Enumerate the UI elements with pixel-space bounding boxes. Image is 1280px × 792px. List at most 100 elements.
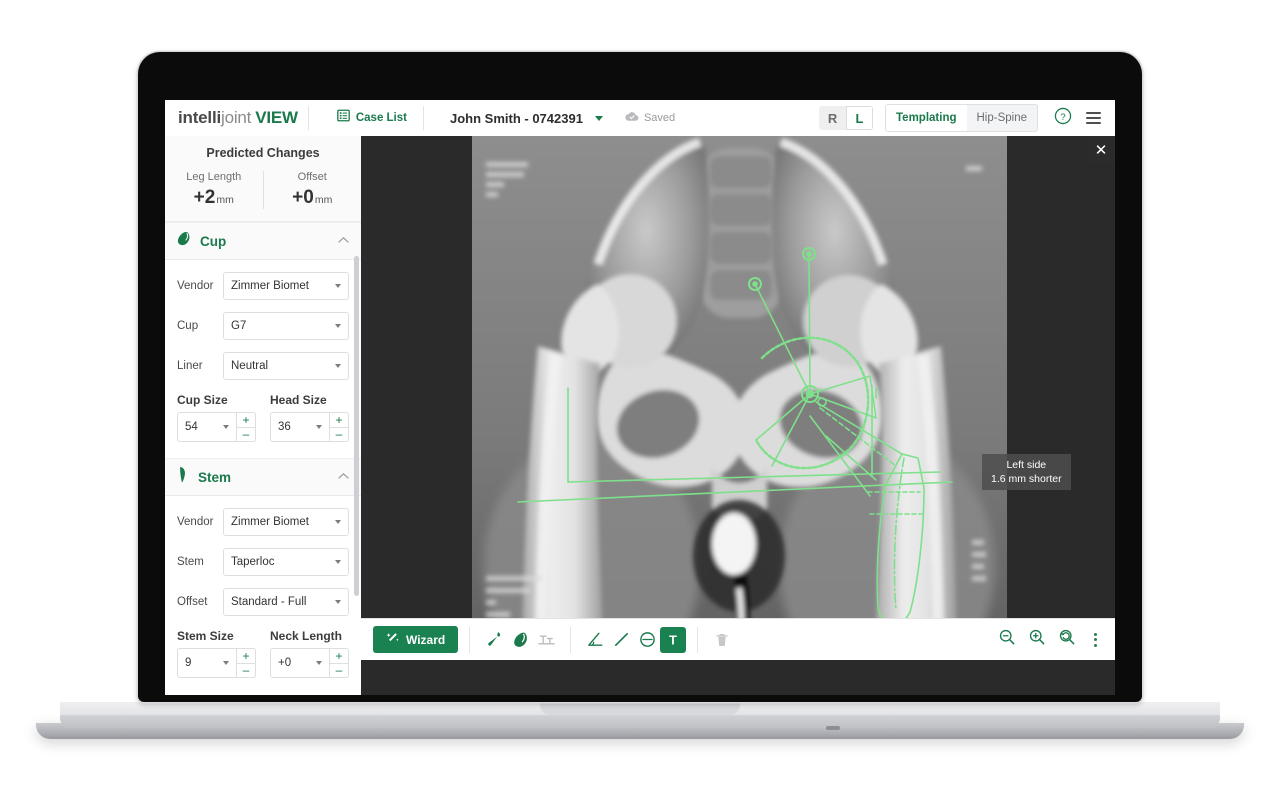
side-toggle-right[interactable]: R [819,106,846,130]
field-stem-vendor: Vendor Zimmer Biomet [165,508,361,536]
chevron-down-icon [223,661,229,665]
stem-size-row: Stem Size 9 + – Neck Length +0 + – [165,629,361,678]
field-label-cup-vendor: Vendor [177,280,214,292]
close-icon[interactable]: ✕ [1087,136,1115,164]
measurement-tooltip-line1: Left side [1006,459,1047,471]
select-cup-liner[interactable]: Neutral [223,352,349,380]
neck-length-increment-button[interactable]: + [330,648,349,664]
wizard-label: Wizard [406,632,446,647]
stem-size-increment-button[interactable]: + [237,648,256,664]
angle-tool-icon[interactable] [582,627,608,653]
chevron-down-icon [335,324,341,328]
spinner-head-size: + – [330,412,349,442]
metric-leg-length-label: Leg Length [186,171,242,183]
spinner-cup-size: + – [237,412,256,442]
cloud-saved-icon [625,109,639,127]
field-stem-offset: Offset Standard - Full [165,588,361,616]
wizard-button[interactable]: Wizard [373,626,459,653]
select-cup-vendor[interactable]: Zimmer Biomet [223,272,349,300]
chevron-down-icon [335,560,341,564]
neck-length-decrement-button[interactable]: – [330,663,349,678]
delete-tool-icon[interactable] [709,627,735,653]
spinner-neck-length: + – [330,648,349,678]
stepper-cup-size: 54 + – [177,412,256,442]
toolbar-divider [469,626,471,653]
patient-dropdown-caret-icon[interactable] [594,115,603,121]
chevron-down-icon [335,284,341,288]
cup-icon [177,231,192,252]
field-stem-model: Stem Taperloc [165,548,361,576]
stem-tool-icon[interactable] [481,627,507,653]
mode-tab-group: Templating Hip-Spine [885,104,1038,132]
chevron-down-icon [335,520,341,524]
measurement-tooltip: Left side 1.6 mm shorter [982,454,1071,491]
app-screen: intellijoint VIEW Case List John Smith -… [165,100,1115,695]
metric-leg-length-value: +2mm [165,187,263,209]
screenshot-root: intellijoint VIEW Case List John Smith -… [0,0,1280,792]
stem-size-decrement-button[interactable]: – [237,663,256,678]
tab-hip-spine[interactable]: Hip-Spine [967,105,1038,131]
select-value-cup-vendor: Zimmer Biomet [231,280,309,292]
help-icon[interactable]: ? [1054,107,1072,130]
chevron-down-icon [316,425,322,429]
cup-tool-icon[interactable] [507,627,533,653]
select-neck-length[interactable]: +0 [270,648,330,678]
select-stem-offset[interactable]: Standard - Full [223,588,349,616]
field-cup-liner: Liner Neutral [165,352,361,380]
select-head-size[interactable]: 36 [270,412,330,442]
field-stem-size: Stem Size 9 + – [177,629,256,678]
app-logo: intellijoint VIEW [178,108,298,128]
metric-leg-length-number: +2 [193,187,216,208]
field-label-cup-liner: Liner [177,360,203,372]
sidebar-scrollbar-thumb[interactable] [354,256,359,596]
xray-graphic [472,136,1007,654]
stem-icon [177,466,190,488]
section-title-cup: Cup [200,233,227,249]
zoom-in-icon[interactable] [1028,628,1046,651]
select-value-stem-size: 9 [185,657,192,669]
section-title-stem: Stem [198,469,232,485]
head-size-decrement-button[interactable]: – [330,427,349,442]
select-cup-size[interactable]: 54 [177,412,237,442]
select-value-stem-vendor: Zimmer Biomet [231,516,309,528]
toolbar-divider [570,626,572,653]
select-stem-model[interactable]: Taperloc [223,548,349,576]
head-size-increment-button[interactable]: + [330,412,349,428]
case-list-button[interactable]: Case List [337,109,407,127]
chevron-up-icon [338,471,349,483]
chevron-down-icon [335,600,341,604]
stepper-stem-size: 9 + – [177,648,256,678]
circle-tool-icon[interactable] [634,627,660,653]
leg-length-tool-icon[interactable] [533,627,559,653]
select-value-cup-model: G7 [231,320,247,332]
field-label-head-size: Head Size [270,393,327,407]
xray-viewer[interactable]: ✕ Left side 1.6 mm shorter [361,136,1115,695]
tab-templating[interactable]: Templating [886,105,967,131]
side-toggle-left[interactable]: L [846,106,874,130]
metric-offset-unit: mm [314,194,333,206]
cup-size-decrement-button[interactable]: – [237,427,256,442]
select-stem-vendor[interactable]: Zimmer Biomet [223,508,349,536]
section-header-stem[interactable]: Stem [165,458,361,496]
logo-text-part1: intelli [178,108,221,127]
zoom-out-icon[interactable] [998,628,1016,651]
metric-offset-number: +0 [292,187,314,208]
top-bar-right-controls: R L Templating Hip-Spine ? [819,100,1115,136]
hamburger-menu-icon[interactable] [1086,112,1101,124]
stepper-neck-length: +0 + – [270,648,349,678]
field-label-stem-model: Stem [177,556,204,568]
select-stem-size[interactable]: 9 [177,648,237,678]
line-tool-icon[interactable] [608,627,634,653]
divider [307,106,309,130]
viewer-zoom-controls [998,628,1115,651]
field-head-size: Head Size 36 + – [270,393,349,442]
select-cup-model[interactable]: G7 [223,312,349,340]
xray-image[interactable] [472,136,1007,654]
predicted-changes-metrics: Leg Length +2mm Offset +0mm [165,171,361,209]
cup-size-increment-button[interactable]: + [237,412,256,428]
save-status: Saved [625,109,675,127]
zoom-reset-icon[interactable] [1058,628,1076,651]
section-header-cup[interactable]: Cup [165,222,361,260]
more-options-icon[interactable] [1088,629,1103,651]
text-tool-icon[interactable]: T [660,626,687,653]
